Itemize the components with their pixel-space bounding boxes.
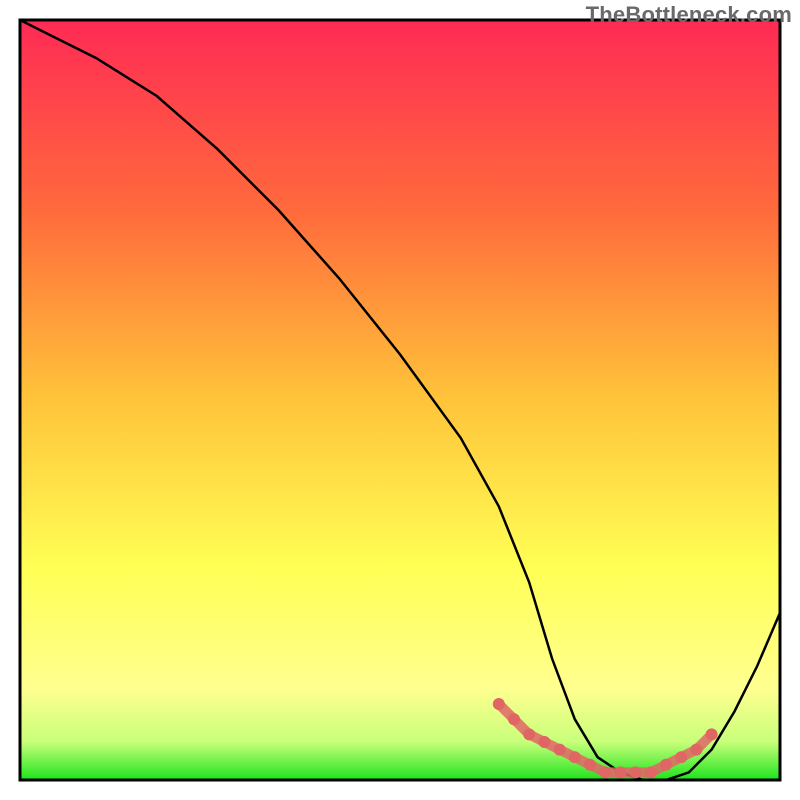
marker-dot	[538, 736, 550, 748]
watermark-text: TheBottleneck.com	[586, 2, 792, 28]
marker-dot	[630, 766, 642, 778]
marker-dot	[493, 698, 505, 710]
plot-background	[20, 20, 780, 780]
marker-dot	[614, 766, 626, 778]
marker-dot	[599, 766, 611, 778]
marker-dot	[523, 728, 535, 740]
marker-dot	[569, 751, 581, 763]
bottleneck-chart	[0, 0, 800, 800]
marker-dot	[508, 713, 520, 725]
marker-dot	[706, 728, 718, 740]
marker-dot	[675, 751, 687, 763]
marker-dot	[584, 759, 596, 771]
marker-dot	[690, 744, 702, 756]
marker-dot	[554, 744, 566, 756]
marker-dot	[660, 759, 672, 771]
chart-container: TheBottleneck.com	[0, 0, 800, 800]
marker-dot	[645, 766, 657, 778]
